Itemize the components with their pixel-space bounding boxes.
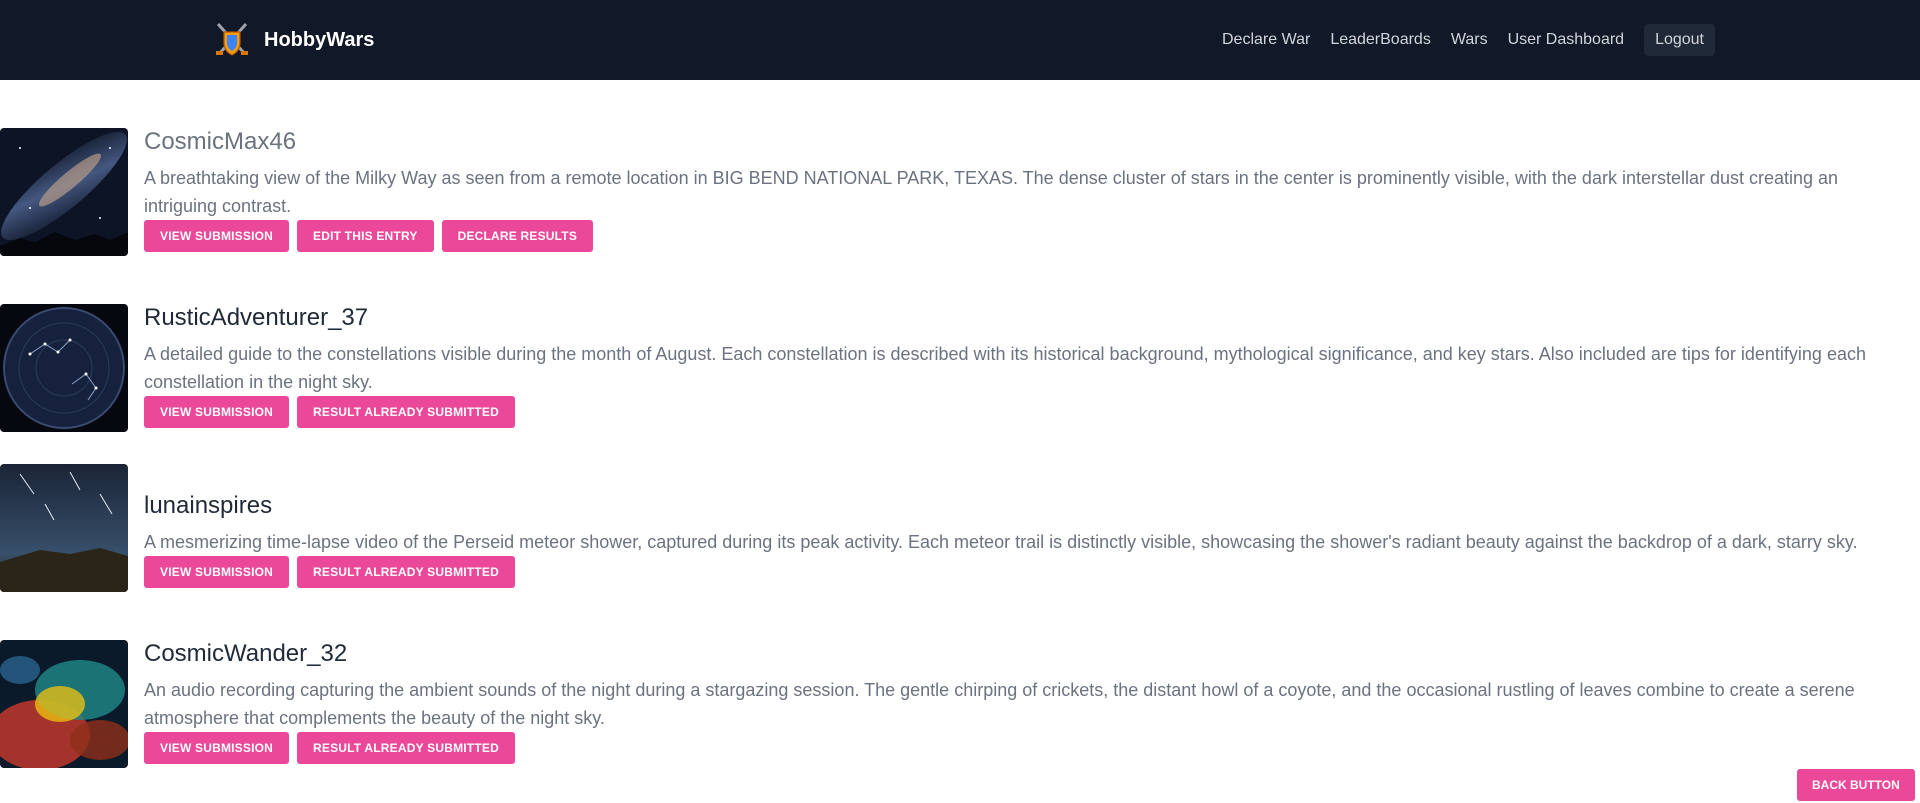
nav-links: Declare War LeaderBoards Wars User Dashb… <box>1212 24 1715 56</box>
result-submitted-button[interactable]: RESULT ALREADY SUBMITTED <box>297 556 515 588</box>
brand[interactable]: HobbyWars <box>214 20 374 60</box>
entry-description: A mesmerizing time-lapse video of the Pe… <box>144 532 1858 552</box>
entry-actions: VIEW SUBMISSION RESULT ALREADY SUBMITTED <box>144 556 515 588</box>
view-submission-button[interactable]: VIEW SUBMISSION <box>144 396 290 428</box>
crossed-swords-shield-logo-icon <box>216 22 248 56</box>
entry-thumbnail-nebula[interactable] <box>0 640 128 768</box>
view-submission-button[interactable]: VIEW SUBMISSION <box>144 220 290 252</box>
view-submission-button[interactable]: VIEW SUBMISSION <box>144 732 290 764</box>
nav-leaderboards[interactable]: LeaderBoards <box>1320 25 1441 55</box>
top-navbar: HobbyWars Declare War LeaderBoards Wars … <box>0 0 1920 80</box>
brand-name: HobbyWars <box>264 28 375 51</box>
entry-username[interactable]: CosmicWander_32 <box>144 640 347 668</box>
nav-wars[interactable]: Wars <box>1441 25 1498 55</box>
result-submitted-button[interactable]: RESULT ALREADY SUBMITTED <box>297 396 515 428</box>
entry-actions: VIEW SUBMISSION RESULT ALREADY SUBMITTED <box>144 396 515 428</box>
entry-thumbnail-meteor-shower[interactable] <box>0 464 128 592</box>
nav-declare-war[interactable]: Declare War <box>1212 25 1320 55</box>
entry-username[interactable]: lunainspires <box>144 492 272 520</box>
back-button[interactable]: BACK BUTTON <box>1797 769 1915 801</box>
edit-entry-button[interactable]: EDIT THIS ENTRY <box>297 220 434 252</box>
entry-description: A breathtaking view of the Milky Way as … <box>144 168 1839 216</box>
result-submitted-button[interactable]: RESULT ALREADY SUBMITTED <box>297 732 515 764</box>
entry-thumbnail-milky-way[interactable] <box>0 128 128 256</box>
entry-username[interactable]: RusticAdventurer_37 <box>144 304 368 332</box>
entry-actions: VIEW SUBMISSION EDIT THIS ENTRY DECLARE … <box>144 220 594 252</box>
entry-description: A detailed guide to the constellations v… <box>144 344 1866 392</box>
entry-description: An audio recording capturing the ambient… <box>144 680 1855 728</box>
entry-username[interactable]: CosmicMax46 <box>144 128 296 156</box>
entry-actions: VIEW SUBMISSION RESULT ALREADY SUBMITTED <box>144 732 515 764</box>
declare-results-button[interactable]: DECLARE RESULTS <box>441 220 594 252</box>
entry-thumbnail-star-chart[interactable] <box>0 304 128 432</box>
logout-button[interactable]: Logout <box>1644 24 1715 56</box>
view-submission-button[interactable]: VIEW SUBMISSION <box>144 556 290 588</box>
nav-user-dashboard[interactable]: User Dashboard <box>1498 25 1635 55</box>
